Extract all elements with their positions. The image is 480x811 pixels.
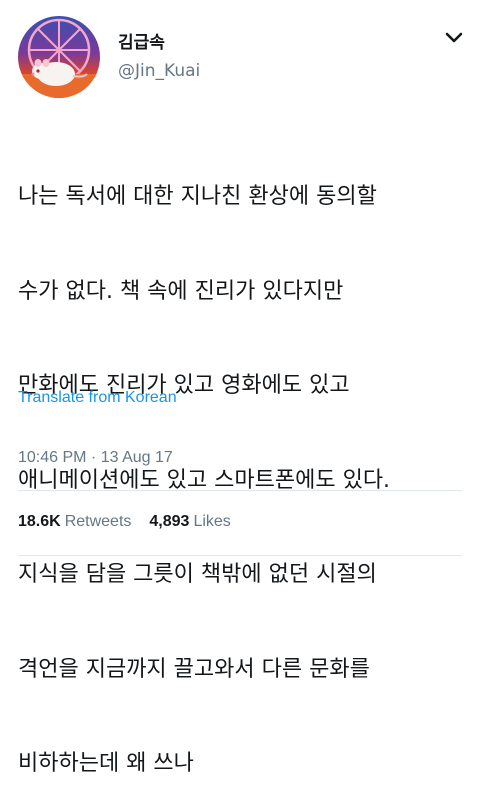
display-name[interactable]: 김급속 [118,32,200,54]
likes-count: 4,893 [149,513,190,530]
retweets-count: 18.6K [18,513,61,530]
retweets-label: Retweets [64,513,132,530]
translate-link[interactable]: Translate from Korean [18,387,177,409]
likes-stat[interactable]: 4,893 Likes [149,511,230,533]
tweet-text-line: 격언을 지금까지 끌고와서 다른 문화를 [18,656,370,682]
tweet-stats: 18.6K Retweets 4,893 Likes [18,511,231,533]
divider [18,490,462,491]
tweet-text-line: 나는 독서에 대한 지나친 환상에 동의할 [18,184,377,209]
avatar[interactable] [18,16,100,98]
user-handle[interactable]: @Jin_Kuai [118,60,200,82]
tweet-timestamp[interactable]: 10:46 PM · 13 Aug 17 [18,447,173,469]
chevron-down-icon[interactable] [444,30,464,44]
retweets-stat[interactable]: 18.6K Retweets [18,511,131,533]
tweet-text-line: 애니메이션에도 있고 스마트폰에도 있다. [18,467,391,493]
divider [18,555,462,556]
avatar-hamster-icon [18,16,100,98]
tweet-header: 김급속 @Jin_Kuai [18,16,464,98]
likes-label: Likes [193,513,231,530]
tweet-text-line: 수가 없다. 책 속에 진리가 있다지만 [18,278,344,304]
user-names: 김급속 @Jin_Kuai [118,32,200,82]
tweet-text-line: 지식을 담을 그릇이 책밖에 없던 시절의 [18,562,377,587]
tweet-text-line: 비하하는데 왜 쓰나 [18,751,194,776]
